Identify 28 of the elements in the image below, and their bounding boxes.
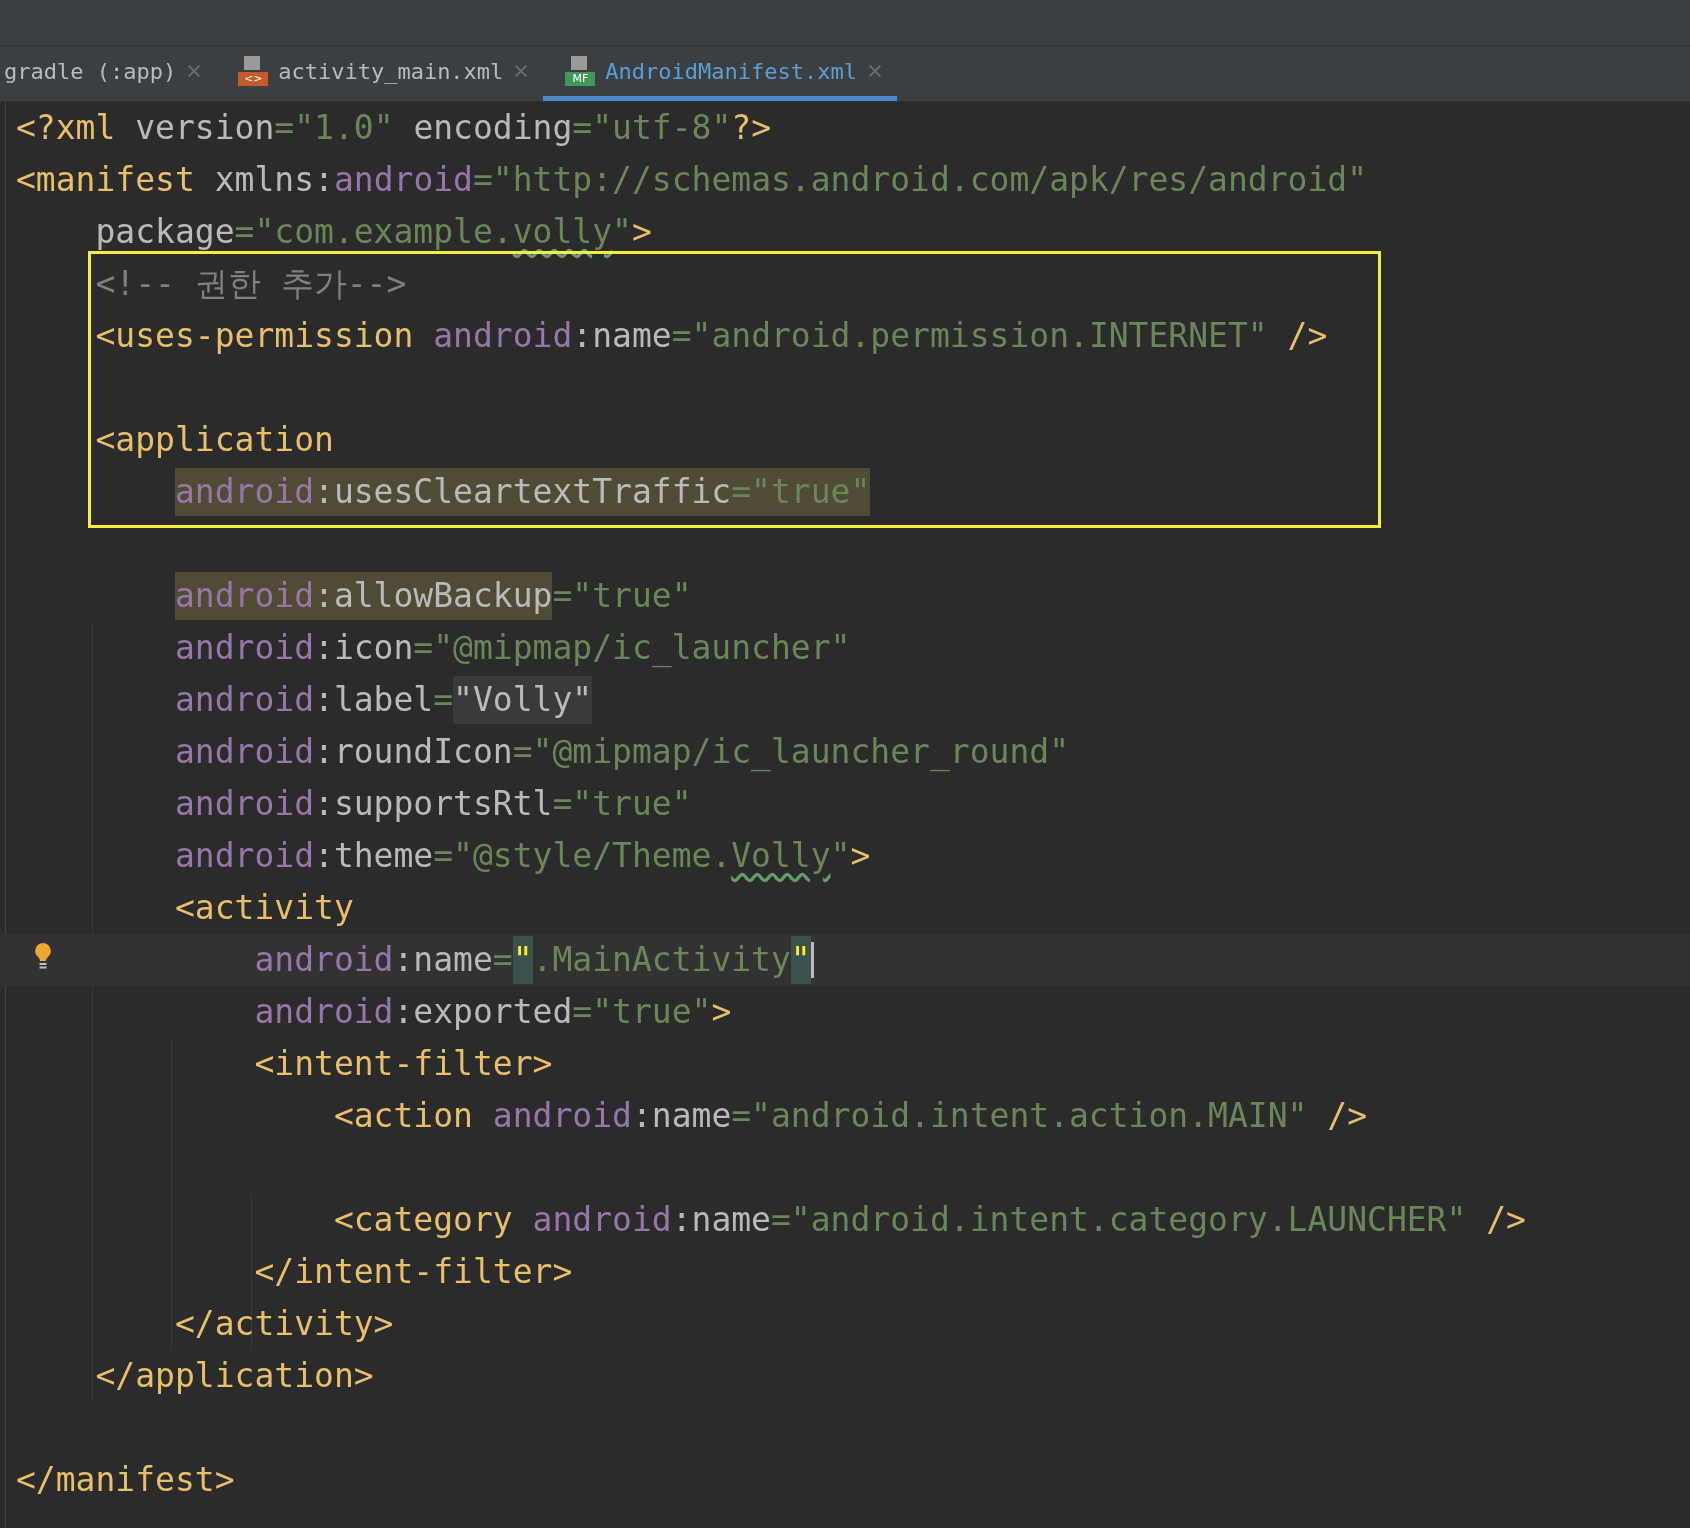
code-line: </activity> (174, 1303, 394, 1345)
code-line: </application> (95, 1355, 374, 1397)
code-comment: <!-- 권한 추가--> (95, 263, 407, 305)
code-line: <intent-filter> (254, 1043, 553, 1085)
code-line: <uses-permission android:name="android.permission.INTERNET" /> (95, 315, 1328, 357)
lightbulb-icon[interactable] (33, 942, 53, 970)
code-line: <action android:name="android.intent.action.MAIN" /> (333, 1095, 1368, 1137)
file-tab[interactable]: <> activity_main.xml (216, 46, 544, 101)
code-line: android:name=".MainActivity" (254, 936, 811, 984)
code-line: android:exported="true"> (254, 991, 732, 1033)
code-line: android:label="Volly" (174, 676, 593, 724)
code-line: <activity (174, 887, 354, 929)
close-icon[interactable] (513, 63, 530, 79)
code-line: android:theme="@style/Theme.Volly"> (174, 835, 871, 877)
code-line: android:supportsRtl="true" (174, 783, 692, 825)
close-icon[interactable] (867, 63, 884, 79)
code-line: <manifest xmlns:android="http://schemas.android.com/apk/res/android" (16, 159, 1368, 201)
code-line: <application (95, 419, 334, 461)
code-line: android:icon="@mipmap/ic_launcher" (174, 627, 851, 670)
code-line: package="com.example.volly"> (95, 211, 652, 253)
file-tab[interactable]: gradle (:app) (0, 46, 217, 101)
code-line: </intent-filter> (254, 1251, 573, 1293)
code-line: </manifest> (16, 1459, 235, 1501)
code-line: <category android:name="android.intent.category.LAUNCHER" /> (333, 1199, 1526, 1241)
text-caret (810, 942, 814, 978)
close-icon[interactable] (186, 63, 203, 79)
code-line: <?xml version="1.0" encoding="utf-8"?> (16, 107, 772, 149)
code-line: android:roundIcon="@mipmap/ic_launcher_round" (174, 731, 1069, 774)
